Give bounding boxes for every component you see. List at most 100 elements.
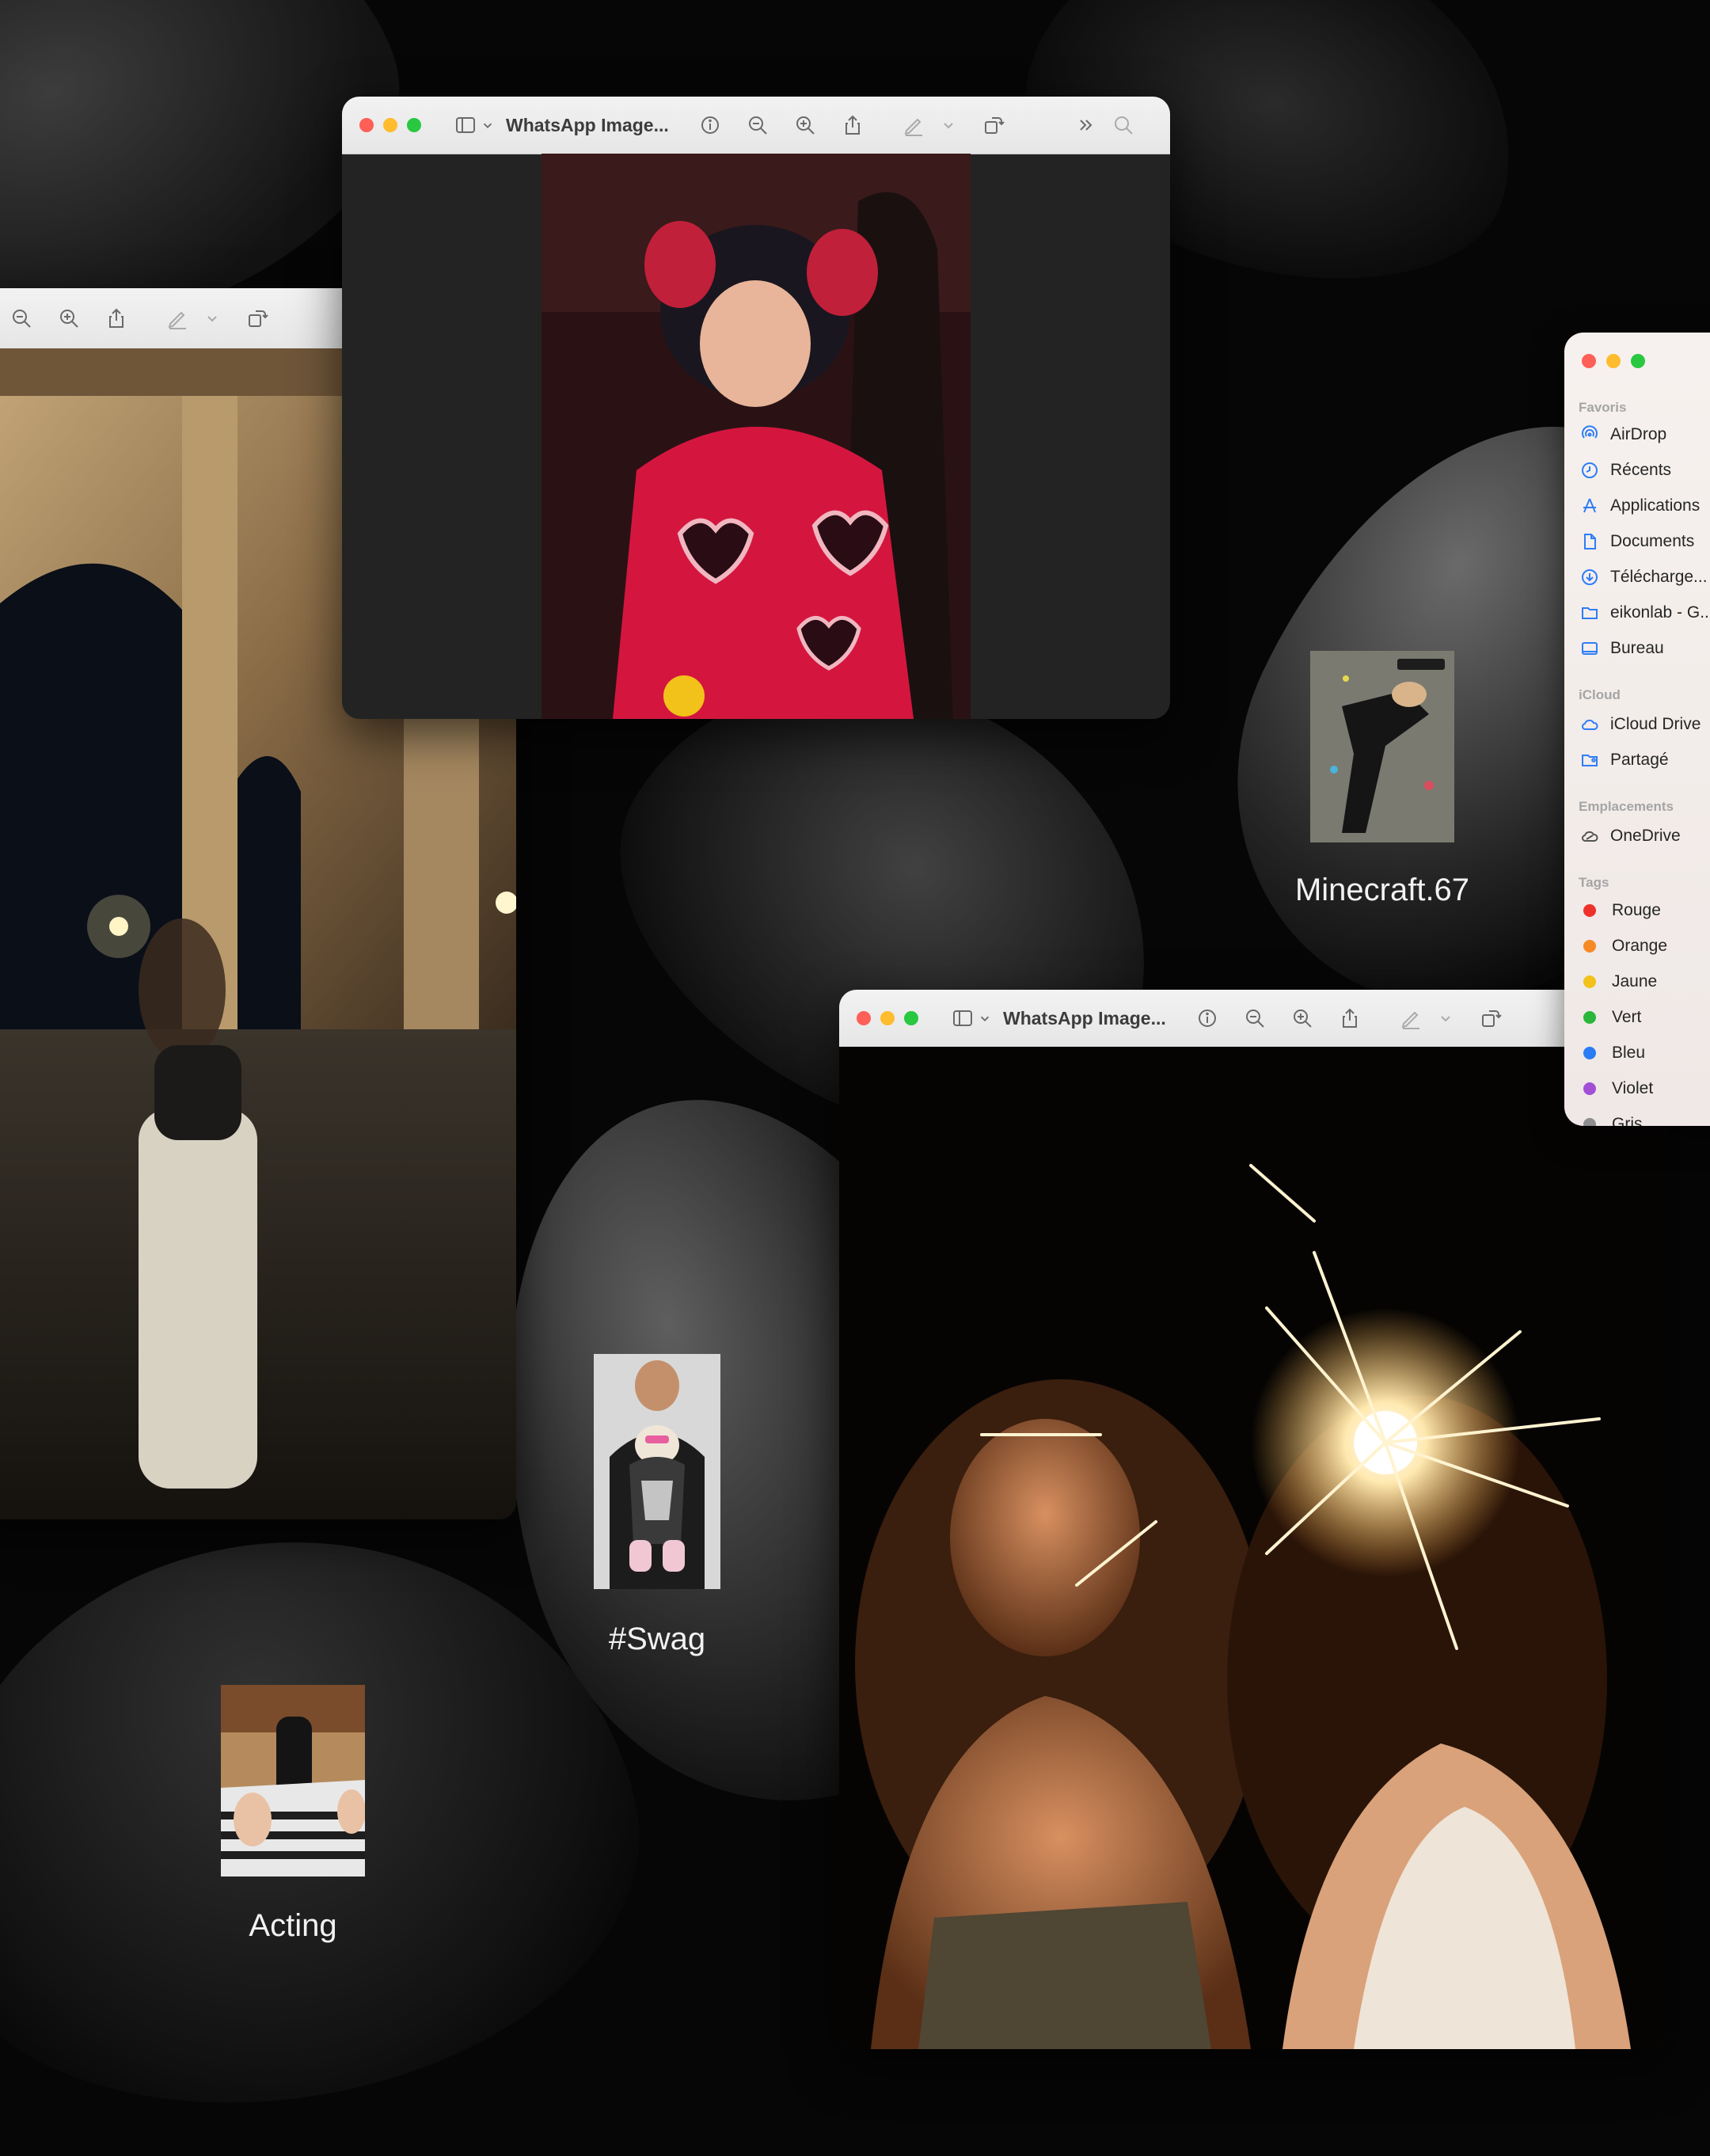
sidebar-item-documents[interactable]: Documents (1580, 532, 1694, 551)
sidebar-item-icloud-drive[interactable]: iCloud Drive (1580, 715, 1700, 734)
chevron-down-icon[interactable] (1438, 1005, 1454, 1032)
sidebar-item-label: Partagé (1610, 751, 1669, 769)
markup-pen-icon[interactable] (164, 305, 191, 332)
desktop-icon (1580, 639, 1599, 658)
clock-icon (1580, 461, 1599, 480)
zoom-in-icon[interactable] (1289, 1005, 1316, 1032)
chevron-down-icon[interactable] (940, 112, 956, 139)
tag-rouge[interactable]: Rouge (1580, 901, 1661, 920)
tag-gris[interactable]: Gris (1580, 1115, 1643, 1126)
window-controls[interactable] (857, 1011, 918, 1025)
zoom-in-icon[interactable] (792, 112, 819, 139)
sidebar-item-label: Documents (1610, 532, 1695, 550)
finder-sidebar[interactable]: Favoris AirDrop Récents Applications Doc… (1564, 333, 1710, 1126)
sidebar-item-label: Bureau (1610, 639, 1664, 657)
tag-color-dot (1583, 1047, 1596, 1059)
tag-color-dot (1583, 904, 1596, 917)
minimize-button[interactable] (1606, 354, 1621, 368)
share-icon[interactable] (1336, 1005, 1363, 1032)
thumbnail-swag-caption: #Swag (608, 1622, 706, 1656)
tag-violet[interactable]: Violet (1580, 1079, 1653, 1098)
tag-orange[interactable]: Orange (1580, 937, 1667, 956)
sidebar-toggle-icon[interactable] (452, 112, 479, 139)
sidebar-item-label: OneDrive (1610, 827, 1681, 845)
sidebar-item-label: Applications (1610, 496, 1700, 515)
zoom-out-icon[interactable] (1241, 1005, 1268, 1032)
tag-label: Vert (1612, 1008, 1642, 1026)
sidebar-item-label: Télécharge... (1610, 568, 1708, 586)
minimize-button[interactable] (880, 1011, 895, 1025)
markup-pen-icon[interactable] (1397, 1005, 1424, 1032)
share-icon[interactable] (839, 112, 866, 139)
tag-jaune[interactable]: Jaune (1580, 972, 1657, 991)
thumbnail-acting-caption: Acting (249, 1908, 337, 1943)
tag-label: Bleu (1612, 1044, 1646, 1062)
applications-icon (1580, 496, 1599, 515)
tag-label: Jaune (1612, 972, 1658, 991)
tags-heading: Tags (1579, 875, 1609, 890)
sidebar-toggle-icon[interactable] (949, 1005, 976, 1032)
more-chevrons-icon[interactable] (1073, 112, 1100, 139)
cloud-icon (1580, 715, 1599, 734)
tag-color-dot (1583, 975, 1596, 988)
rotate-icon[interactable] (244, 305, 271, 332)
search-icon[interactable] (1110, 112, 1137, 139)
markup-pen-icon[interactable] (900, 112, 927, 139)
rotate-icon[interactable] (980, 112, 1007, 139)
share-icon[interactable] (103, 305, 130, 332)
favorites-heading: Favoris (1579, 400, 1627, 415)
rotate-icon[interactable] (1477, 1005, 1504, 1032)
tag-bleu[interactable]: Bleu (1580, 1044, 1645, 1063)
shared-folder-icon (1580, 751, 1599, 770)
window-controls[interactable] (1582, 354, 1645, 368)
zoom-out-icon[interactable] (744, 112, 771, 139)
sidebar-item-downloads[interactable]: Télécharge... (1580, 568, 1708, 587)
thumbnail-acting[interactable] (221, 1685, 365, 1877)
tag-label: Orange (1612, 937, 1668, 955)
tag-color-dot (1583, 1011, 1596, 1024)
photo-child-costume (542, 154, 971, 719)
airdrop-icon (1580, 425, 1599, 444)
window-controls[interactable] (359, 118, 421, 132)
chevron-down-icon[interactable] (978, 1005, 992, 1032)
sidebar-item-label: iCloud Drive (1610, 715, 1701, 733)
close-button[interactable] (1582, 354, 1596, 368)
sidebar-item-label: AirDrop (1610, 425, 1667, 443)
fullscreen-button[interactable] (904, 1011, 918, 1025)
tag-label: Rouge (1612, 901, 1661, 919)
fullscreen-button[interactable] (407, 118, 421, 132)
window-title: WhatsApp Image... (506, 114, 669, 135)
info-icon[interactable] (697, 112, 724, 139)
sidebar-item-desktop[interactable]: Bureau (1580, 639, 1664, 658)
sidebar-item-recents[interactable]: Récents (1580, 461, 1671, 480)
info-icon[interactable] (1194, 1005, 1221, 1032)
chevron-down-icon[interactable] (481, 112, 495, 139)
onedrive-icon (1580, 827, 1599, 846)
preview-window-bottom[interactable]: WhatsApp Image... (839, 990, 1667, 2049)
tag-color-dot (1583, 1118, 1596, 1126)
zoom-out-icon[interactable] (8, 305, 35, 332)
chevron-down-icon[interactable] (204, 305, 220, 332)
locations-heading: Emplacements (1579, 799, 1674, 814)
preview-window-top[interactable]: WhatsApp Image... (342, 97, 1170, 719)
sidebar-item-shared[interactable]: Partagé (1580, 751, 1669, 770)
window-title: WhatsApp Image... (1003, 1007, 1166, 1029)
close-button[interactable] (857, 1011, 871, 1025)
zoom-in-icon[interactable] (55, 305, 82, 332)
sidebar-item-onedrive[interactable]: OneDrive (1580, 827, 1681, 846)
folder-icon (1580, 603, 1599, 622)
sidebar-item-eikonlab[interactable]: eikonlab - G... (1580, 603, 1710, 622)
tag-label: Violet (1612, 1079, 1654, 1097)
fullscreen-button[interactable] (1631, 354, 1645, 368)
sidebar-item-airdrop[interactable]: AirDrop (1580, 425, 1666, 444)
thumbnail-minecraft[interactable] (1310, 651, 1454, 842)
sidebar-item-applications[interactable]: Applications (1580, 496, 1700, 515)
thumbnail-swag[interactable] (594, 1354, 720, 1589)
close-button[interactable] (359, 118, 374, 132)
tag-color-dot (1583, 1082, 1596, 1095)
document-icon (1580, 532, 1599, 551)
sidebar-item-label: Récents (1610, 461, 1672, 479)
tag-vert[interactable]: Vert (1580, 1008, 1641, 1027)
minimize-button[interactable] (383, 118, 397, 132)
download-icon (1580, 568, 1599, 587)
